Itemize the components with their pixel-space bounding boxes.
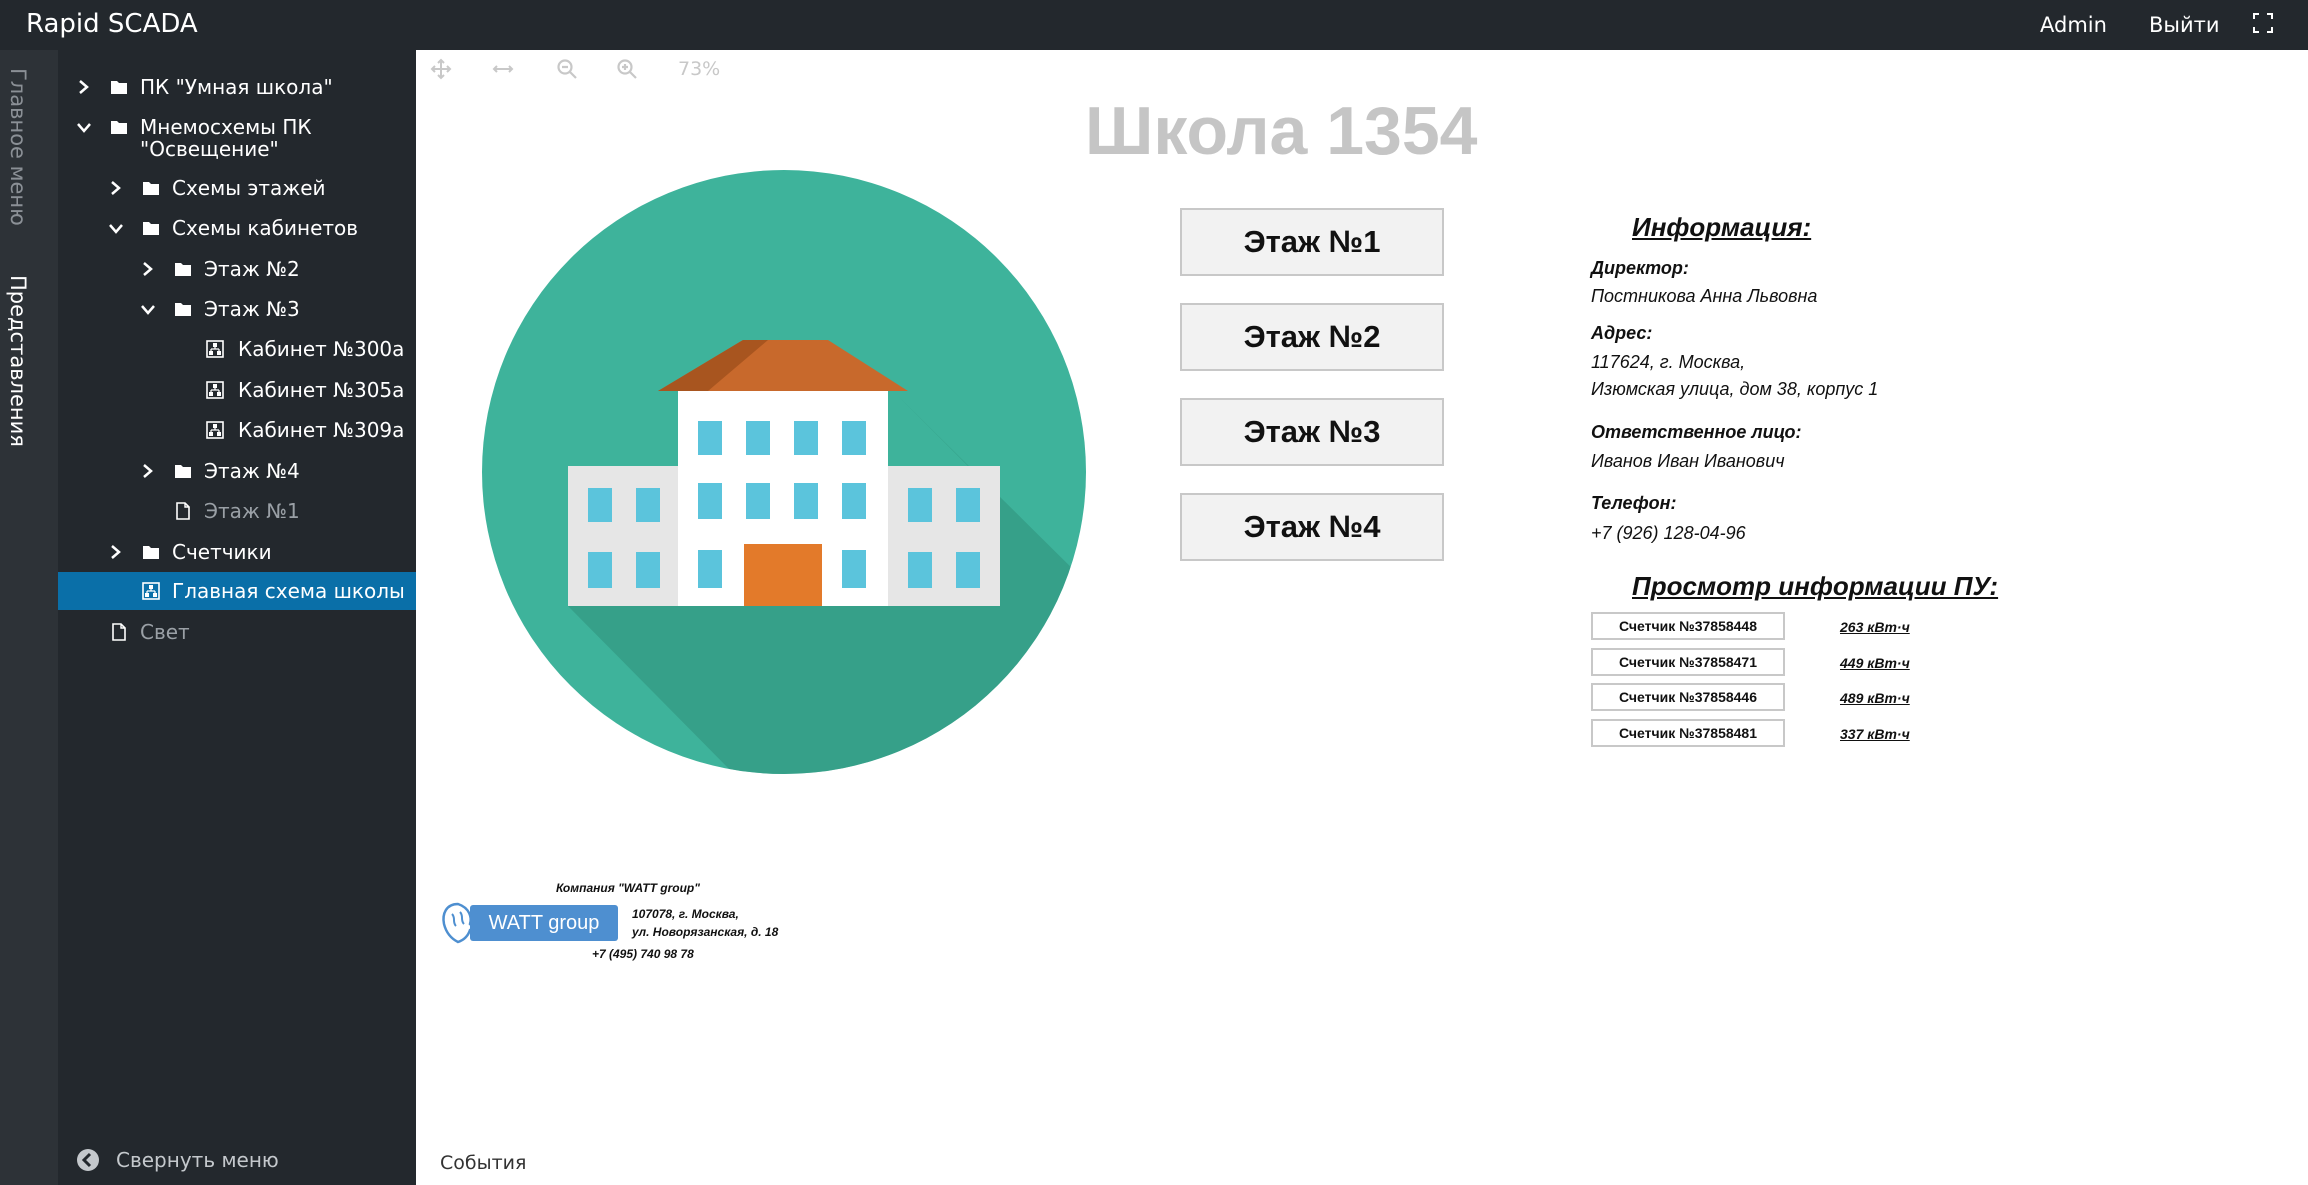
tab-main-menu[interactable]: Главное меню bbox=[6, 68, 30, 226]
meter-button[interactable]: Счетчик №37858448 bbox=[1591, 612, 1785, 640]
scheme-icon bbox=[206, 421, 224, 439]
file-icon bbox=[112, 623, 126, 641]
tree-item-main-school-scheme[interactable]: Главная схема школы bbox=[58, 572, 416, 610]
chevron-down-icon[interactable] bbox=[106, 217, 126, 239]
sidebar: ПК "Умная школа" Мнемосхемы ПК "Освещени… bbox=[58, 50, 416, 1185]
floor-1-button[interactable]: Этаж №1 bbox=[1180, 208, 1444, 276]
company-address-line2: ул. Новорязанская, д. 18 bbox=[632, 925, 779, 939]
tree-item-label: Этаж №2 bbox=[204, 257, 300, 281]
chevron-left-circle-icon bbox=[77, 1149, 99, 1171]
logout-link[interactable]: Выйти bbox=[2149, 13, 2220, 37]
meter-value[interactable]: 489 кВт·ч bbox=[1840, 690, 1910, 706]
tab-views[interactable]: Представления bbox=[6, 275, 30, 447]
folder-icon bbox=[143, 222, 159, 235]
company-address-line1: 107078, г. Москва, bbox=[632, 907, 739, 921]
meter-value[interactable]: 449 кВт·ч bbox=[1840, 655, 1910, 671]
tree-item-label: Этаж №4 bbox=[204, 459, 300, 483]
phone-value: +7 (926) 128-04-96 bbox=[1591, 523, 1746, 543]
meter-value[interactable]: 263 кВт·ч bbox=[1840, 619, 1910, 635]
company-name: Компания "WATT group" bbox=[556, 881, 700, 895]
tree-item-label: Кабинет №305а bbox=[238, 378, 405, 402]
scheme-icon bbox=[142, 582, 160, 600]
folder-icon bbox=[175, 303, 191, 316]
phone-label: Телефон: bbox=[1591, 493, 1677, 513]
responsible-label: Ответственное лицо: bbox=[1591, 422, 1802, 442]
fit-width-icon[interactable] bbox=[492, 58, 514, 80]
tree-item-label: Счетчики bbox=[172, 540, 272, 564]
meter-button[interactable]: Счетчик №37858446 bbox=[1591, 683, 1785, 711]
folder-icon bbox=[175, 465, 191, 478]
scheme-icon bbox=[206, 381, 224, 399]
director-value: Постникова Анна Львовна bbox=[1591, 286, 1818, 306]
tree-item-label: Главная схема школы bbox=[172, 579, 405, 603]
meter-button[interactable]: Счетчик №37858471 bbox=[1591, 648, 1785, 676]
address-line2: Изюмская улица, дом 38, корпус 1 bbox=[1591, 379, 1879, 399]
tree-item-label: Мнемосхемы ПК bbox=[140, 115, 312, 139]
meters-heading: Просмотр информации ПУ: bbox=[1632, 571, 1999, 601]
folder-icon bbox=[111, 121, 127, 134]
chevron-right-icon[interactable] bbox=[138, 460, 158, 482]
info-heading: Информация: bbox=[1632, 212, 1812, 242]
tree-item-label-line2: "Освещение" bbox=[140, 137, 279, 161]
vertical-tabs: Главное меню Представления bbox=[0, 50, 58, 1185]
tree-item-label: Схемы кабинетов bbox=[172, 216, 359, 240]
events-tab[interactable]: События bbox=[440, 1152, 526, 1174]
chevron-down-icon[interactable] bbox=[74, 116, 94, 138]
tree-item-label: Кабинет №309а bbox=[238, 418, 405, 442]
director-label: Директор: bbox=[1591, 258, 1689, 278]
chevron-right-icon[interactable] bbox=[106, 177, 126, 199]
address-label: Адрес: bbox=[1591, 323, 1653, 343]
move-icon[interactable] bbox=[430, 58, 452, 80]
file-icon bbox=[176, 502, 190, 520]
folder-icon bbox=[175, 263, 191, 276]
collapse-menu-label: Свернуть меню bbox=[116, 1148, 279, 1172]
tree-item-label: Схемы этажей bbox=[172, 176, 326, 200]
responsible-value: Иванов Иван Иванович bbox=[1591, 451, 1785, 471]
folder-icon bbox=[143, 182, 159, 195]
zoom-out-icon[interactable] bbox=[556, 58, 578, 80]
chevron-right-icon[interactable] bbox=[106, 541, 126, 563]
meter-value[interactable]: 337 кВт·ч bbox=[1840, 726, 1910, 742]
fullscreen-icon[interactable] bbox=[2252, 12, 2274, 34]
app-title[interactable]: Rapid SCADA bbox=[26, 9, 198, 39]
school-building-icon bbox=[482, 170, 1086, 774]
floor-2-button[interactable]: Этаж №2 bbox=[1180, 303, 1444, 371]
company-phone: +7 (495) 740 98 78 bbox=[592, 947, 694, 961]
user-link[interactable]: Admin bbox=[2040, 13, 2107, 37]
floor-3-button[interactable]: Этаж №3 bbox=[1180, 398, 1444, 466]
address-line1: 117624, г. Москва, bbox=[1591, 352, 1746, 372]
chevron-right-icon[interactable] bbox=[138, 258, 158, 280]
zoom-in-icon[interactable] bbox=[616, 58, 638, 80]
tree-item-label: ПК "Умная школа" bbox=[140, 75, 333, 99]
meter-button[interactable]: Счетчик №37858481 bbox=[1591, 719, 1785, 747]
top-bar: Rapid SCADA Admin Выйти bbox=[0, 0, 2308, 50]
tree-item-label: Этаж №1 bbox=[204, 499, 300, 523]
folder-icon bbox=[143, 546, 159, 559]
chevron-down-icon[interactable] bbox=[138, 298, 158, 320]
tree-item-label: Свет bbox=[140, 620, 190, 644]
zoom-level: 73% bbox=[678, 58, 721, 80]
tree-item-label: Кабинет №300а bbox=[238, 337, 405, 361]
tree-item-label: Этаж №3 bbox=[204, 297, 300, 321]
chevron-right-icon[interactable] bbox=[74, 76, 94, 98]
scheme-icon bbox=[206, 340, 224, 358]
tree-item-lighting-schemes[interactable]: Мнемосхемы ПК "Освещение" bbox=[58, 116, 416, 162]
school-title: Школа 1354 bbox=[1085, 93, 1478, 169]
folder-icon bbox=[111, 81, 127, 94]
floor-4-button[interactable]: Этаж №4 bbox=[1180, 493, 1444, 561]
watt-logo: WATT group bbox=[470, 905, 618, 941]
